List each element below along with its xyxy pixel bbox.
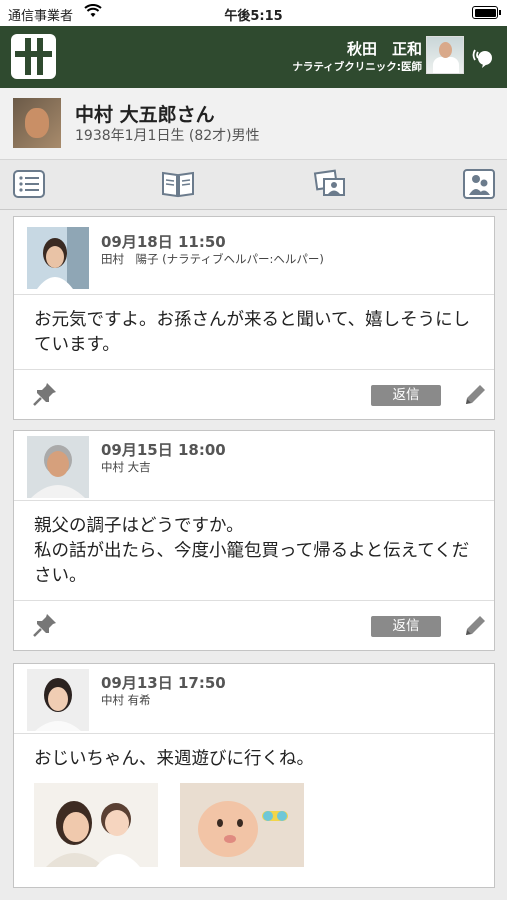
post-author: 田村 陽子 (ナラティブヘルパー:ヘルパー) — [101, 252, 324, 266]
author-avatar[interactable] — [27, 669, 89, 731]
patient-bar[interactable]: 中村 大五郎さん 1938年1月1日生 (82才)男性 — [0, 88, 507, 160]
author-avatar[interactable] — [27, 436, 89, 498]
post-actions: 返信 — [14, 370, 494, 419]
post-card: 09月15日 18:00 中村 大吉 親父の調子はどうですか。 私の話が出たら、… — [13, 430, 495, 651]
post-author: 中村 大吉 — [101, 460, 151, 474]
battery-icon — [472, 6, 501, 19]
clock: 午後5:15 — [224, 9, 283, 24]
patient-info: 1938年1月1日生 (82才)男性 — [75, 128, 260, 144]
family-icon[interactable] — [462, 168, 496, 200]
edit-icon[interactable] — [462, 382, 488, 408]
doctor-name: 秋田 正和 — [346, 40, 422, 58]
edit-icon[interactable] — [462, 613, 488, 639]
reply-button[interactable]: 返信 — [371, 385, 441, 406]
timeline-feed[interactable]: 09月18日 11:50 田村 陽子 (ナラティブヘルパー:ヘルパー) お元気で… — [0, 210, 507, 900]
book-icon[interactable] — [161, 168, 195, 200]
app-logo-icon[interactable] — [11, 34, 56, 79]
post-actions: 返信 — [14, 601, 494, 650]
status-bar: 通信事業者 午後5:15 — [0, 0, 507, 26]
post-card: 09月18日 11:50 田村 陽子 (ナラティブヘルパー:ヘルパー) お元気で… — [13, 216, 495, 420]
post-author: 中村 有希 — [101, 693, 151, 707]
attached-photo[interactable] — [34, 783, 158, 867]
notification-icon[interactable] — [470, 46, 494, 68]
photo-icon[interactable] — [313, 168, 347, 200]
list-icon[interactable] — [12, 168, 46, 200]
post-body: おじいちゃん、来週遊びに行くね。 — [34, 749, 314, 769]
reply-button[interactable]: 返信 — [371, 616, 441, 637]
doctor-affiliation: ナラティブクリニック:医師 — [292, 61, 422, 73]
post-date: 09月18日 11:50 — [101, 233, 226, 251]
post-date: 09月15日 18:00 — [101, 441, 226, 459]
post-header: 09月15日 18:00 中村 大吉 — [14, 431, 494, 501]
post-body: 親父の調子はどうですか。 私の話が出たら、今度小籠包買って帰るよと伝えてください… — [14, 501, 494, 601]
post-body: お元気ですよ。お孫さんが来ると聞いて、嬉しそうにしています。 — [14, 295, 494, 370]
pin-icon[interactable] — [32, 612, 58, 638]
attached-photo[interactable] — [180, 783, 304, 867]
post-date: 09月13日 17:50 — [101, 674, 226, 692]
post-header: 09月13日 17:50 中村 有希 — [14, 664, 494, 734]
pin-icon[interactable] — [32, 381, 58, 407]
doctor-avatar[interactable] — [426, 36, 464, 74]
post-header: 09月18日 11:50 田村 陽子 (ナラティブヘルパー:ヘルパー) — [14, 217, 494, 295]
app-header: 秋田 正和 ナラティブクリニック:医師 — [0, 26, 507, 88]
post-photos — [14, 783, 494, 887]
author-avatar[interactable] — [27, 227, 89, 289]
patient-name: 中村 大五郎さん — [75, 104, 215, 126]
patient-photo — [13, 98, 61, 148]
tab-bar — [0, 160, 507, 210]
post-card: 09月13日 17:50 中村 有希 おじいちゃん、来週遊びに行くね。 — [13, 663, 495, 888]
